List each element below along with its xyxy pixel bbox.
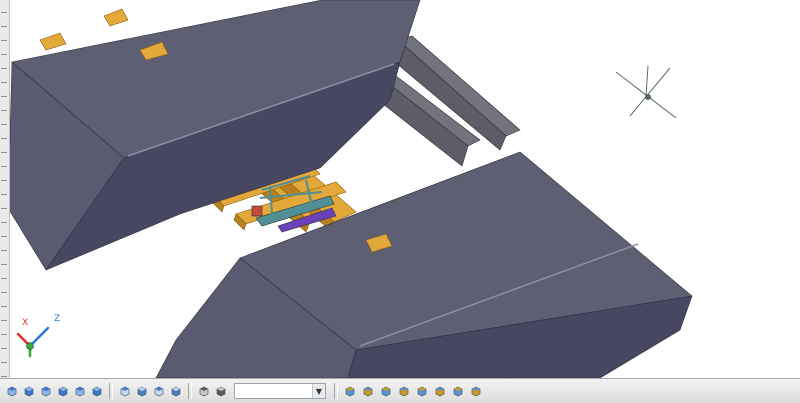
ucs-icon[interactable] <box>16 326 50 358</box>
fly-icon[interactable] <box>432 383 448 399</box>
toolbar-separator <box>188 383 192 399</box>
3d-model-scene[interactable] <box>0 0 800 378</box>
toolbar-separator <box>109 383 113 399</box>
ruler-tick <box>1 264 7 265</box>
ruler-tick <box>1 208 7 209</box>
ucs-z-label: Z <box>54 314 61 324</box>
named-views-icon[interactable] <box>213 383 229 399</box>
left-ruler[interactable] <box>0 0 10 378</box>
layers-icon[interactable] <box>342 383 358 399</box>
ruler-tick <box>1 110 7 111</box>
named-view-dropdown[interactable]: ▼ <box>234 383 326 399</box>
display-tools-group <box>342 383 484 399</box>
crosshair-cursor <box>615 65 677 119</box>
camera-icon[interactable] <box>196 383 212 399</box>
se-iso-icon[interactable] <box>134 383 150 399</box>
standard-views-group <box>4 383 105 399</box>
ruler-tick <box>1 320 7 321</box>
ruler-tick <box>1 222 7 223</box>
ruler-tick <box>1 54 7 55</box>
ruler-tick <box>1 292 7 293</box>
nw-iso-icon[interactable] <box>168 383 184 399</box>
view-toolbar: ▼ <box>0 378 800 403</box>
ruler-tick <box>1 278 7 279</box>
front-view-icon[interactable] <box>72 383 88 399</box>
ruler-tick <box>1 194 7 195</box>
ruler-tick <box>1 306 7 307</box>
iso-views-group <box>117 383 184 399</box>
ruler-tick <box>1 96 7 97</box>
toolbar-separator <box>334 383 338 399</box>
back-view-icon[interactable] <box>89 383 105 399</box>
chevron-down-icon[interactable]: ▼ <box>312 384 325 398</box>
drawing-viewport[interactable]: X Z <box>0 0 800 378</box>
sw-iso-icon[interactable] <box>117 383 133 399</box>
bottom-view-icon[interactable] <box>21 383 37 399</box>
ne-iso-icon[interactable] <box>151 383 167 399</box>
ruler-tick <box>1 362 7 363</box>
match-properties-icon[interactable] <box>378 383 394 399</box>
ruler-tick <box>1 334 7 335</box>
ucs-x-label: X <box>22 318 29 328</box>
ruler-tick <box>1 68 7 69</box>
render-icon[interactable] <box>450 383 466 399</box>
ruler-tick <box>1 40 7 41</box>
ruler-tick <box>1 82 7 83</box>
left-view-icon[interactable] <box>38 383 54 399</box>
camera-group <box>196 383 229 399</box>
ruler-tick <box>1 166 7 167</box>
ruler-tick <box>1 236 7 237</box>
right-view-icon[interactable] <box>55 383 71 399</box>
walk-icon[interactable] <box>414 383 430 399</box>
ruler-tick <box>1 12 7 13</box>
ruler-tick <box>1 250 7 251</box>
ruler-tick <box>1 376 7 377</box>
ruler-tick <box>1 152 7 153</box>
materials-icon[interactable] <box>468 383 484 399</box>
top-view-icon[interactable] <box>4 383 20 399</box>
orbit-icon[interactable] <box>396 383 412 399</box>
properties-icon[interactable] <box>360 383 376 399</box>
ruler-tick <box>1 348 7 349</box>
ruler-tick <box>1 138 7 139</box>
ruler-tick <box>1 124 7 125</box>
ruler-tick <box>1 180 7 181</box>
ruler-tick <box>1 26 7 27</box>
